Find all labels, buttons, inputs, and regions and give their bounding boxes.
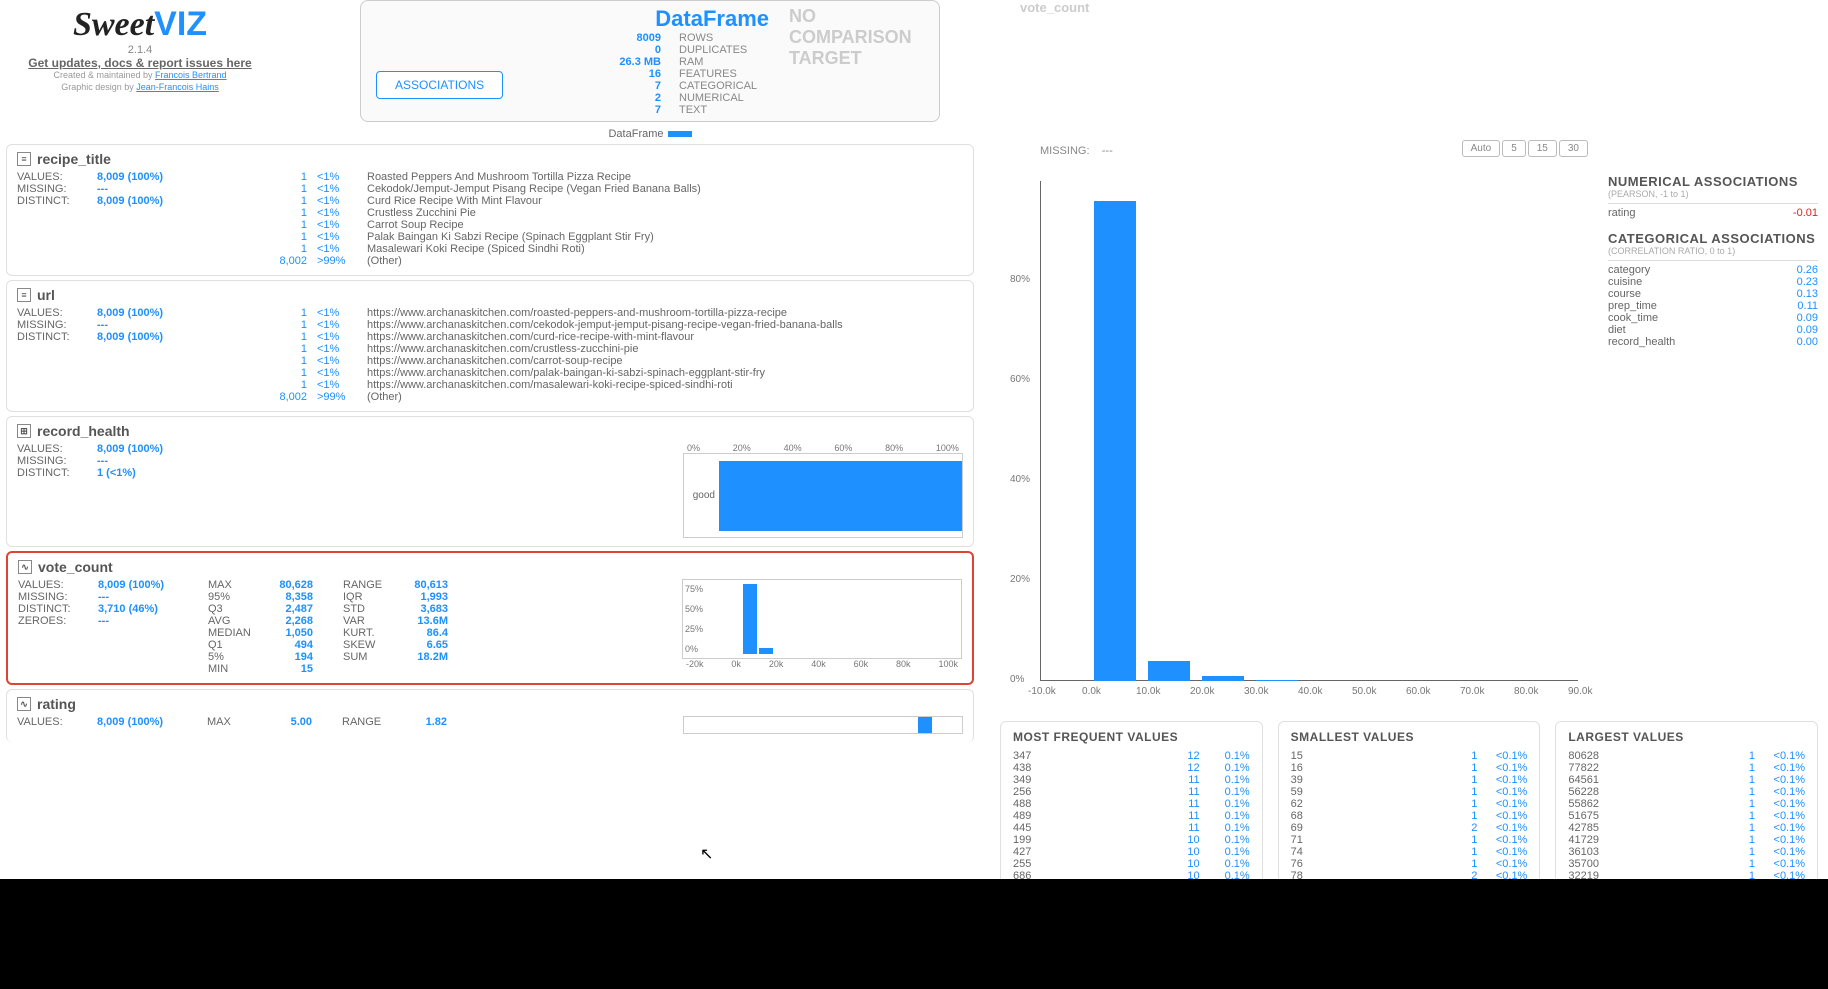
bin-button-Auto[interactable]: Auto — [1462, 140, 1501, 157]
feature-name: url — [37, 287, 55, 303]
credits: Created & maintained by Francois Bertran… — [0, 70, 280, 93]
feature-card-record-health[interactable]: ⊞record_health VALUES:8,009 (100%)MISSIN… — [6, 416, 974, 547]
numeric-icon: ∿ — [17, 697, 31, 711]
feature-name: record_health — [37, 423, 130, 439]
no-comparison-title: NO COMPARISON TARGET — [789, 6, 929, 69]
bin-button-30[interactable]: 30 — [1559, 140, 1588, 157]
designer-link[interactable]: Jean-Francois Hains — [136, 82, 219, 92]
bottom-black-bar — [0, 879, 1828, 989]
rating-mini-hist — [683, 716, 963, 734]
smallest-header: SMALLEST VALUES — [1291, 730, 1528, 744]
feature-card-rating[interactable]: ∿rating VALUES:8,009 (100%) MAX5.00 RANG… — [6, 689, 974, 742]
bin-button-15[interactable]: 15 — [1528, 140, 1557, 157]
logo-text-a: Sweet — [73, 6, 154, 43]
cursor-icon: ↖ — [700, 844, 713, 864]
feature-name: rating — [37, 696, 76, 712]
version: 2.1.4 — [0, 44, 280, 56]
detail-variable-name: vote_count — [1020, 0, 1089, 15]
bin-button-5[interactable]: 5 — [1502, 140, 1526, 157]
categorical-assoc-header: CATEGORICAL ASSOCIATIONS — [1608, 231, 1818, 246]
feature-card-url[interactable]: ≡url VALUES:8,009 (100%)MISSING:---DISTI… — [6, 280, 974, 412]
dataframe-summary-box: ASSOCIATIONS DataFrame 8009ROWS0DUPLICAT… — [360, 0, 940, 122]
categorical-assoc-sub: (CORRELATION RATIO, 0 to 1) — [1608, 246, 1818, 256]
categorical-icon: ⊞ — [17, 424, 31, 438]
numerical-assoc-sub: (PEARSON, -1 to 1) — [1608, 189, 1818, 199]
logo-area: SweetVIZ 2.1.4 Get updates, docs & repor… — [0, 0, 280, 140]
associations-button[interactable]: ASSOCIATIONS — [376, 71, 503, 99]
feature-card-vote-count[interactable]: ∿vote_count VALUES:8,009 (100%)MISSING:-… — [6, 551, 974, 685]
feature-card-recipe-title[interactable]: ≡recipe_title VALUES:8,009 (100%)MISSING… — [6, 144, 974, 276]
mfv-header: MOST FREQUENT VALUES — [1013, 730, 1250, 744]
numerical-assoc-header: NUMERICAL ASSOCIATIONS — [1608, 174, 1818, 189]
missing-label: MISSING: --- — [1040, 145, 1113, 157]
feature-name: recipe_title — [37, 151, 111, 167]
feature-name: vote_count — [38, 559, 113, 575]
vote-count-histogram: 0% 20% 40% 60% 80% -10.0k0.0k10.0k20.0k3… — [1000, 161, 1588, 711]
bar-label: good — [684, 490, 719, 501]
bin-buttons: Auto51530 — [1460, 140, 1588, 157]
dataframe-title: DataFrame — [371, 6, 769, 32]
logo-text-b: VIZ — [154, 5, 207, 43]
dataframe-legend: DataFrame — [360, 128, 940, 140]
updates-link[interactable]: Get updates, docs & report issues here — [28, 56, 251, 70]
text-icon: ≡ — [17, 152, 31, 166]
numeric-icon: ∿ — [18, 560, 32, 574]
logo: SweetVIZ — [0, 5, 280, 44]
author-link[interactable]: Francois Bertrand — [155, 70, 227, 80]
vote-count-mini-hist: 75% 50% 25% 0% — [682, 579, 962, 659]
record-health-bar-chart: good — [683, 453, 963, 538]
text-icon: ≡ — [17, 288, 31, 302]
largest-header: LARGEST VALUES — [1568, 730, 1805, 744]
